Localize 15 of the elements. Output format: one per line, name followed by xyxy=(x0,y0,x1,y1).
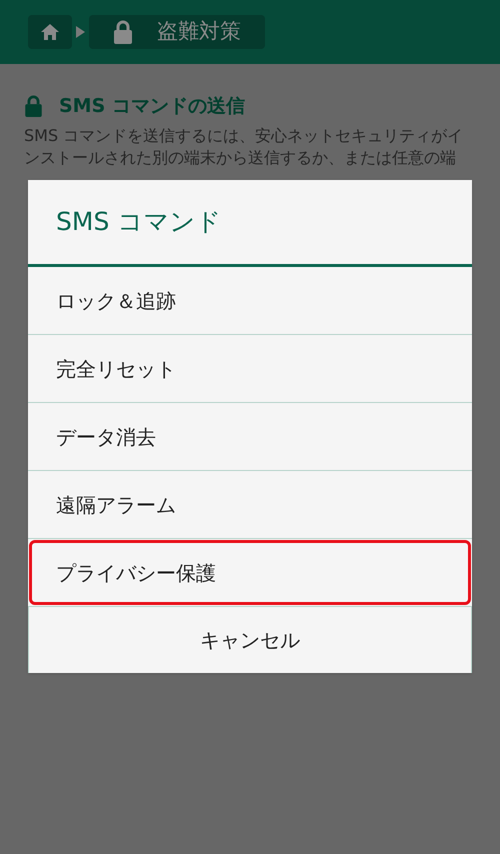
cancel-button[interactable]: キャンセル xyxy=(28,607,472,673)
home-icon xyxy=(41,24,59,40)
menu-item[interactable]: ロック＆追跡 xyxy=(28,267,472,334)
menu-item[interactable]: 完全リセット xyxy=(28,335,472,402)
lock-icon xyxy=(113,20,133,44)
menu-item[interactable]: 遠隔アラーム xyxy=(28,471,472,538)
lock-icon xyxy=(24,95,43,118)
section-body: SMS コマンドを送信するには、安心ネットセキュリティがインストールされた別の端末から送信するか、または任意の端 xyxy=(24,124,464,168)
section-title: SMS コマンドの送信 xyxy=(59,94,245,119)
dialog-title: SMS コマンド xyxy=(56,206,222,238)
menu-item[interactable]: データ消去 xyxy=(28,403,472,470)
chevron-icon xyxy=(76,26,85,38)
menu-item[interactable]: プライバシー保護 xyxy=(29,540,471,605)
home-button[interactable] xyxy=(28,15,72,49)
breadcrumb-page[interactable]: 盗難対策 xyxy=(89,15,265,49)
